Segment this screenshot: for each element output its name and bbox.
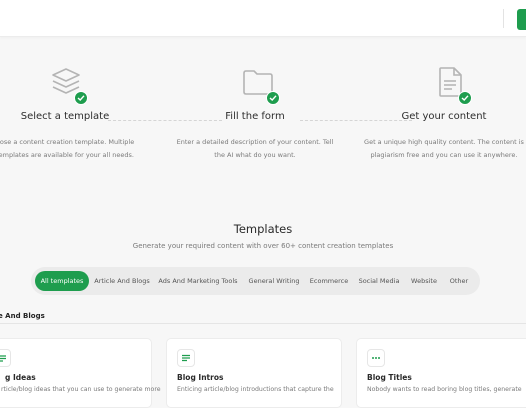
layers-icon — [46, 64, 88, 105]
card-title: Blog Intros — [177, 373, 224, 382]
templates-subtitle: Generate your required content with over… — [132, 242, 394, 250]
step-title: Get your content — [401, 111, 487, 122]
filter-tab-website[interactable]: Website — [407, 271, 441, 291]
filter-tab-general-writing[interactable]: General Writing — [245, 271, 303, 291]
navbar-action-button[interactable] — [517, 9, 526, 30]
template-card-blog-intros[interactable]: Blog Intros Enticing article/blog introd… — [166, 338, 342, 408]
check-icon — [266, 91, 280, 105]
card-title: Blog Titles — [367, 373, 412, 382]
step-description: Get a unique high quality content. The c… — [364, 138, 524, 159]
folder-icon — [238, 64, 280, 105]
template-filter-bar: All templates Article And Blogs Ads And … — [31, 267, 480, 295]
step-description: Enter a detailed description of your con… — [176, 138, 334, 159]
filter-tab-article-and-blogs[interactable]: Article And Blogs — [92, 271, 152, 291]
check-icon — [74, 91, 88, 105]
check-icon — [458, 91, 472, 105]
template-card-blog-titles[interactable]: Blog Titles Nobody wants to read boring … — [356, 338, 526, 408]
card-description: rticle/blog ideas that you can use to ge… — [1, 386, 161, 393]
filter-tab-social-media[interactable]: Social Media — [356, 271, 402, 291]
card-description: Nobody wants to read boring blog titles,… — [367, 386, 522, 393]
section-divider — [0, 323, 526, 324]
lines-icon — [177, 349, 195, 367]
template-card-blog-ideas[interactable]: g Ideas rticle/blog ideas that you can u… — [0, 338, 161, 408]
step-description: pose a content creation template. Multip… — [0, 138, 135, 159]
templates-header: Templates Generate your required content… — [0, 222, 526, 250]
templates-title: Templates — [233, 222, 293, 236]
how-it-works-steps: Select a template pose a content creatio… — [0, 37, 526, 197]
section-heading: e And Blogs — [0, 312, 45, 320]
filter-tab-ecommerce[interactable]: Ecommerce — [308, 271, 350, 291]
filter-tab-ads-and-marketing-tools[interactable]: Ads And Marketing Tools — [157, 271, 239, 291]
navbar-divider — [503, 9, 504, 28]
document-icon — [430, 64, 472, 105]
dots-icon — [367, 349, 385, 367]
card-title: g Ideas — [5, 373, 36, 382]
card-description: Enticing article/blog introductions that… — [177, 386, 334, 393]
filter-tab-all-templates[interactable]: All templates — [35, 271, 89, 291]
filter-tab-other[interactable]: Other — [445, 271, 473, 291]
lines-icon — [0, 349, 11, 367]
top-navbar — [0, 0, 526, 37]
